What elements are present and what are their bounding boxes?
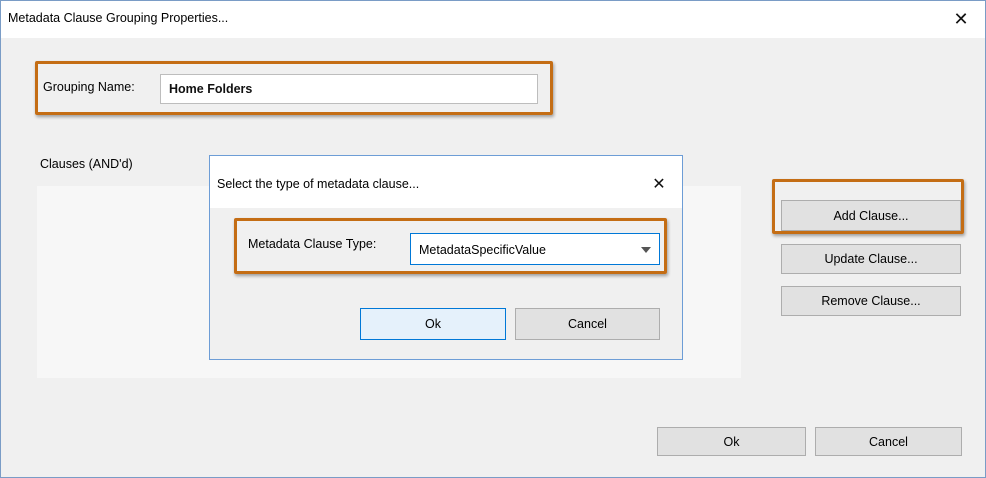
add-clause-button[interactable]: Add Clause... xyxy=(781,200,961,231)
close-icon[interactable]: ✕ xyxy=(646,171,672,197)
dialog-cancel-button[interactable]: Cancel xyxy=(515,308,660,340)
clause-type-selected-value: MetadataSpecificValue xyxy=(419,243,546,257)
dialog-ok-button[interactable]: Ok xyxy=(360,308,506,340)
clause-type-dialog-titlebar: Select the type of metadata clause... ✕ xyxy=(210,156,682,208)
window-titlebar: Metadata Clause Grouping Properties... ✕ xyxy=(1,1,985,38)
ok-button[interactable]: Ok xyxy=(657,427,806,456)
cancel-button[interactable]: Cancel xyxy=(815,427,962,456)
clause-type-select[interactable]: MetadataSpecificValue xyxy=(410,233,660,265)
update-clause-button[interactable]: Update Clause... xyxy=(781,244,961,274)
close-icon[interactable]: ✕ xyxy=(946,6,976,32)
grouping-name-input[interactable] xyxy=(160,74,538,104)
chevron-down-icon xyxy=(640,244,652,256)
clauses-label: Clauses (AND'd) xyxy=(40,157,133,171)
clause-type-label: Metadata Clause Type: xyxy=(248,237,377,251)
grouping-name-label: Grouping Name: xyxy=(43,80,135,94)
clause-type-dialog-title: Select the type of metadata clause... xyxy=(217,177,420,191)
window-title: Metadata Clause Grouping Properties... xyxy=(8,11,229,25)
remove-clause-button[interactable]: Remove Clause... xyxy=(781,286,961,316)
